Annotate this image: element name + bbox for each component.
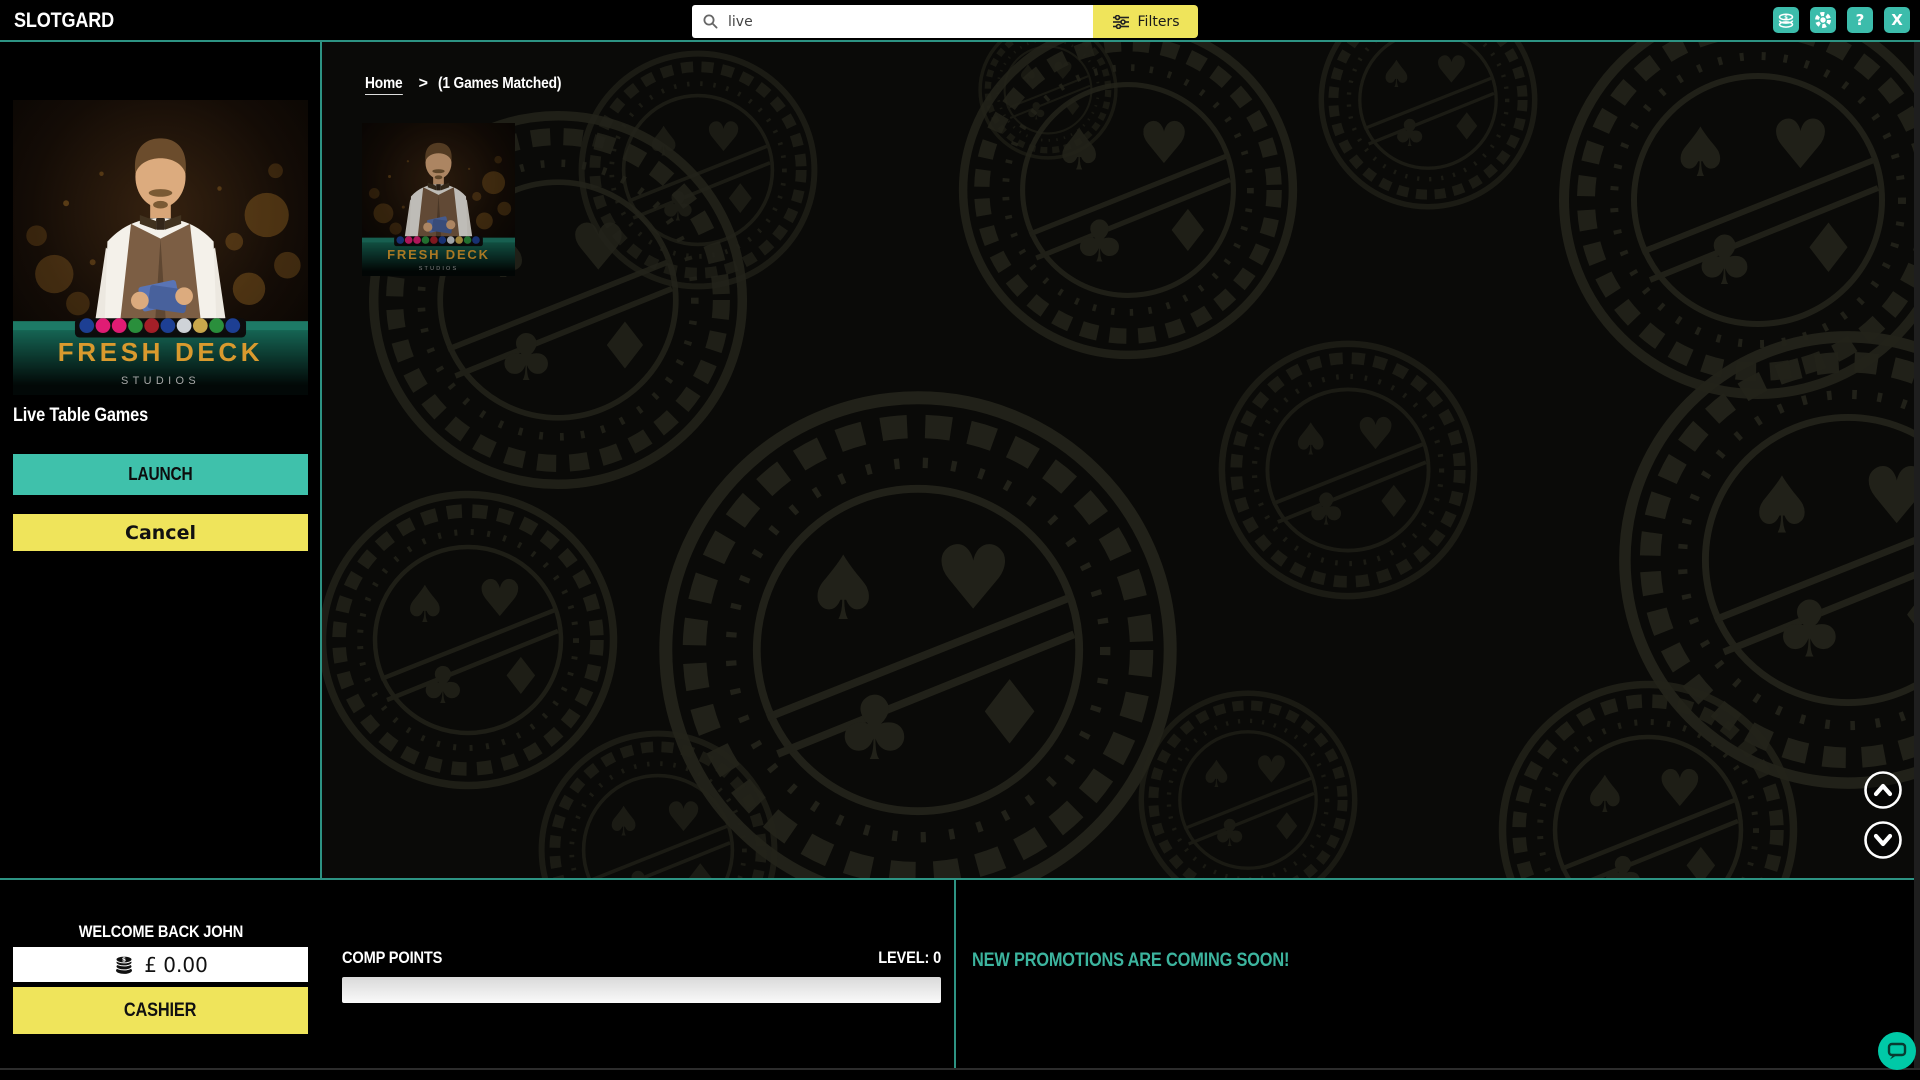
game-title: Live Table Games xyxy=(13,405,148,427)
filters-label: Filters xyxy=(1138,14,1180,30)
chevron-up-icon xyxy=(1863,770,1903,810)
footer-divider xyxy=(954,880,956,1068)
balance-amount: £ 0.00 xyxy=(144,953,208,977)
scroll-down-button[interactable] xyxy=(1863,820,1903,860)
launch-button[interactable]: LAUNCH xyxy=(13,454,308,495)
search-icon xyxy=(702,13,719,30)
search-bar: Filters xyxy=(692,5,1198,38)
coins-button[interactable]: $ xyxy=(1773,7,1799,33)
breadcrumb: Home > (1 Games Matched) xyxy=(365,75,581,95)
filters-button[interactable]: Filters xyxy=(1093,5,1198,38)
comp-points-label: COMP POINTS xyxy=(342,948,442,968)
settings-button[interactable] xyxy=(1810,7,1836,33)
comp-points-row: COMP POINTS LEVEL: 0 xyxy=(342,948,941,968)
sidebar: FRESH DECK STUDIOS Live Table Games LAUN… xyxy=(0,42,320,878)
studio-subtitle: STUDIOS xyxy=(362,266,515,272)
search-field[interactable] xyxy=(692,5,1093,38)
top-bar: SLOTGARD Filters xyxy=(0,0,1920,42)
help-icon: ? xyxy=(1856,11,1865,29)
cancel-button[interactable]: Cancel xyxy=(13,514,308,551)
footer: WELCOME BACK JOHN $ £ 0.00 CASHIER COMP … xyxy=(0,880,1920,1068)
scroll-controls xyxy=(1863,770,1903,860)
bottom-edge-line xyxy=(0,1068,1920,1070)
svg-text:$: $ xyxy=(1784,15,1788,21)
breadcrumb-result-count: (1 Games Matched) xyxy=(438,75,561,93)
breadcrumb-home-link[interactable]: Home xyxy=(365,75,403,95)
scroll-up-button[interactable] xyxy=(1863,770,1903,810)
top-icon-group: $ ? X xyxy=(1773,7,1910,33)
casino-lobby: SLOTGARD Filters xyxy=(0,0,1920,1080)
coin-stack-icon: $ xyxy=(113,955,135,975)
svg-text:$: $ xyxy=(122,956,126,963)
cashier-button[interactable]: CASHIER xyxy=(13,987,308,1034)
scrollbar-track[interactable] xyxy=(1914,42,1920,1068)
chat-bubble-icon xyxy=(1878,1032,1916,1070)
settings-icon xyxy=(1814,11,1832,29)
help-button[interactable]: ? xyxy=(1847,7,1873,33)
breadcrumb-separator: > xyxy=(419,75,428,93)
close-button[interactable]: X xyxy=(1884,7,1910,33)
close-icon: X xyxy=(1891,11,1903,29)
promotions-message: NEW PROMOTIONS ARE COMING SOON! xyxy=(972,950,1289,972)
studio-name: FRESH DECK xyxy=(362,247,515,262)
search-input[interactable] xyxy=(728,14,1083,30)
coins-icon: $ xyxy=(1777,11,1795,29)
studio-subtitle: STUDIOS xyxy=(13,375,308,387)
balance-display: $ £ 0.00 xyxy=(13,947,308,982)
comp-points-progress-bar xyxy=(342,977,941,1003)
live-chat-button[interactable] xyxy=(1878,1032,1916,1070)
game-grid-area: Home > (1 Games Matched) FRESH DECK STUD… xyxy=(322,42,1914,878)
app-logo: SLOTGARD xyxy=(14,9,114,33)
studio-name: FRESH DECK xyxy=(13,337,308,368)
level-label: LEVEL: 0 xyxy=(878,948,941,968)
game-tile-fresh-deck[interactable]: FRESH DECK STUDIOS xyxy=(362,123,515,276)
welcome-message: WELCOME BACK JOHN xyxy=(23,922,300,942)
casino-chip-pattern xyxy=(322,42,1914,878)
filters-icon xyxy=(1112,15,1130,29)
selected-game-image: FRESH DECK STUDIOS xyxy=(13,100,308,395)
chevron-down-icon xyxy=(1863,820,1903,860)
